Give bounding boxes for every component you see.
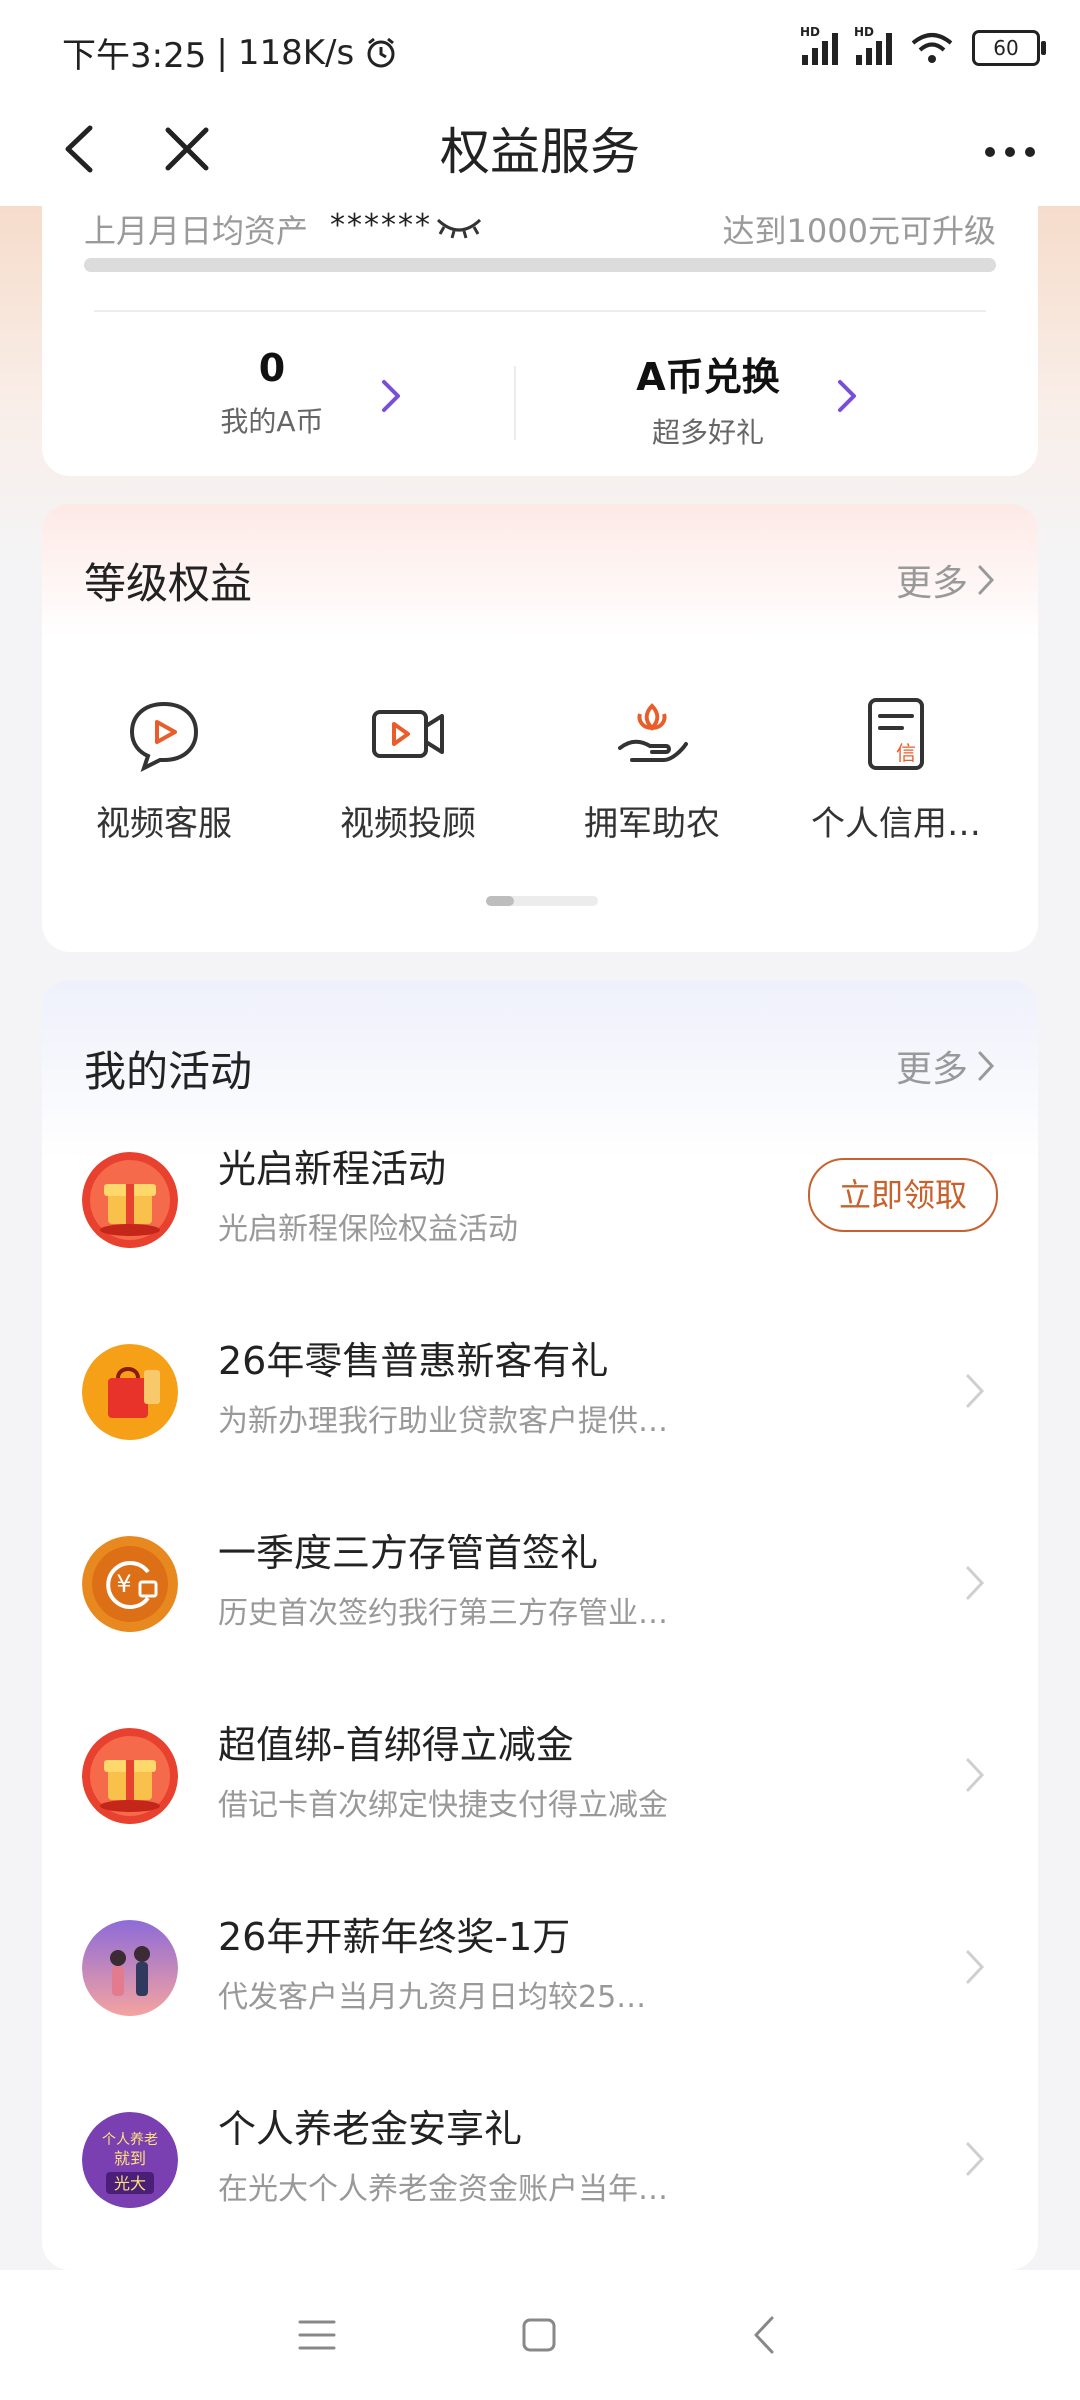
eye-closed-icon[interactable] — [434, 214, 484, 240]
divider — [94, 310, 986, 312]
status-right: HD HD 60 — [800, 25, 1046, 66]
tier-section-title: 等级权益 — [84, 559, 253, 608]
more-label: 更多 — [895, 1049, 968, 1090]
coins-value: 0 — [258, 346, 286, 390]
asset-progress-bar — [84, 258, 996, 272]
gift-box-icon — [82, 1728, 178, 1824]
svg-text:¥: ¥ — [116, 1570, 131, 1598]
chevron-right-icon — [978, 565, 995, 595]
alarm-icon — [367, 37, 395, 67]
exchange-title: A币兑换 — [636, 355, 780, 399]
svg-text:光大: 光大 — [114, 2174, 146, 2193]
tier-item-label: 视频客服 — [96, 804, 232, 844]
activities-section-title: 我的活动 — [84, 1047, 253, 1096]
page-title: 权益服务 — [440, 123, 640, 181]
status-separator: | — [216, 32, 228, 73]
list-item[interactable]: ¥ 一季度三方存管首签礼 历史首次签约我行第三方存管业… — [42, 1504, 1038, 1696]
gift-box-icon — [82, 1152, 178, 1248]
tier-benefits-card: 等级权益 更多 视频客服 视频投顾 拥军助农 信 个人信用… — [42, 504, 1038, 952]
activity-subtitle: 光启新程保险权益活动 — [218, 1212, 518, 1247]
activities-card: 我的活动 更多 光启新程活动 光启新程保险权益活动 立即领取 26年零售普惠新客… — [42, 980, 1038, 2270]
chevron-right-icon[interactable] — [964, 1372, 986, 1410]
back-icon[interactable] — [740, 2312, 790, 2358]
svg-text:信: 信 — [896, 741, 916, 765]
hand-flower-icon — [618, 703, 688, 762]
chevron-right-icon[interactable] — [964, 2140, 986, 2178]
exchange-subtitle: 超多好礼 — [651, 416, 764, 449]
chevron-right-icon[interactable] — [964, 1756, 986, 1794]
status-bar: 下午3:25 | 118K/s HD HD 60 — [0, 0, 1080, 100]
exchange-stat[interactable]: A币兑换 超多好礼 — [608, 346, 808, 451]
asset-masked-value: ****** — [330, 208, 432, 243]
gift-bag-icon — [82, 1344, 178, 1440]
activity-subtitle: 借记卡首次绑定快捷支付得立减金 — [218, 1788, 668, 1823]
video-camera-icon — [372, 710, 444, 758]
menu-icon[interactable] — [292, 2312, 342, 2358]
more-options-icon[interactable] — [970, 120, 1050, 180]
yuan-gift-icon: ¥ — [82, 1536, 178, 1632]
tier-item-video-advisor[interactable]: 视频投顾 — [286, 694, 530, 845]
claim-button[interactable]: 立即领取 — [808, 1158, 998, 1232]
activity-subtitle: 为新办理我行助业贷款客户提供… — [218, 1404, 668, 1439]
activities-more-link[interactable]: 更多 — [896, 1040, 996, 1092]
tier-item-label: 个人信用… — [811, 804, 981, 844]
chevron-right-icon[interactable] — [964, 1948, 986, 1986]
list-item[interactable]: 26年零售普惠新客有礼 为新办理我行助业贷款客户提供… — [42, 1312, 1038, 1504]
nav-bar: 权益服务 — [0, 100, 1080, 206]
activity-subtitle: 在光大个人养老金资金账户当年… — [218, 2172, 668, 2207]
signal-icon: HD — [854, 25, 892, 65]
asset-label: 上月月日均资产 — [84, 212, 309, 250]
carousel-pager — [486, 896, 598, 906]
activity-title: 26年零售普惠新客有礼 — [218, 1339, 609, 1383]
chevron-right-icon[interactable] — [834, 376, 860, 416]
coins-label: 我的A币 — [220, 405, 324, 438]
chevron-right-icon — [978, 1051, 995, 1081]
activity-title: 一季度三方存管首签礼 — [218, 1531, 599, 1575]
tier-item-label: 视频投顾 — [340, 804, 476, 844]
status-left: 下午3:25 | 118K/s — [62, 28, 398, 77]
tier-item-personal-credit[interactable]: 信 个人信用… — [774, 694, 1018, 845]
more-label: 更多 — [895, 563, 968, 604]
tier-item-support-agri[interactable]: 拥军助农 — [530, 694, 774, 845]
svg-text:个人养老: 个人养老 — [102, 2132, 158, 2148]
activity-title: 26年开薪年终奖-1万 — [218, 1915, 571, 1959]
list-item[interactable]: 光启新程活动 光启新程保险权益活动 立即领取 — [42, 1120, 1038, 1312]
pager-active — [486, 896, 514, 906]
chevron-right-icon[interactable] — [378, 376, 404, 416]
divider — [514, 366, 516, 440]
assets-card: 上月月日均资产 ****** 达到1000元可升级 0 我的A币 A币兑换 超多… — [42, 206, 1038, 476]
network-speed: 118K/s — [237, 32, 355, 73]
activity-title: 光启新程活动 — [218, 1147, 447, 1191]
wifi-icon — [911, 33, 953, 63]
video-chat-icon — [129, 701, 199, 772]
activity-title: 个人养老金安享礼 — [218, 2107, 523, 2151]
status-time: 下午3:25 — [62, 36, 207, 76]
list-item[interactable]: 超值绑-首绑得立减金 借记卡首次绑定快捷支付得立减金 — [42, 1696, 1038, 1888]
signal-icon: HD — [800, 25, 838, 65]
activity-subtitle: 代发客户当月九资月日均较25… — [218, 1980, 647, 2015]
tier-item-video-service[interactable]: 视频客服 — [42, 694, 286, 845]
activity-subtitle: 历史首次签约我行第三方存管业… — [218, 1596, 668, 1631]
activity-title: 超值绑-首绑得立减金 — [218, 1723, 574, 1767]
pension-icon: 个人养老 就到 光大 — [82, 2112, 178, 2208]
tier-more-link[interactable]: 更多 — [896, 554, 996, 606]
coins-stat[interactable]: 0 我的A币 — [172, 346, 372, 440]
tier-item-label: 拥军助农 — [584, 804, 720, 844]
couple-icon — [82, 1920, 178, 2016]
system-nav-bar — [0, 2270, 1080, 2400]
svg-text:就到: 就到 — [114, 2149, 146, 2168]
list-item[interactable]: 26年开薪年终奖-1万 代发客户当月九资月日均较25… — [42, 1888, 1038, 2080]
credit-doc-icon: 信 — [868, 698, 924, 770]
chevron-right-icon[interactable] — [964, 1564, 986, 1602]
list-item[interactable]: 个人养老 就到 光大 个人养老金安享礼 在光大个人养老金资金账户当年… — [42, 2080, 1038, 2272]
upgrade-hint: 达到1000元可升级 — [722, 212, 996, 250]
battery-icon: 60 — [972, 30, 1046, 66]
home-icon[interactable] — [514, 2312, 564, 2358]
